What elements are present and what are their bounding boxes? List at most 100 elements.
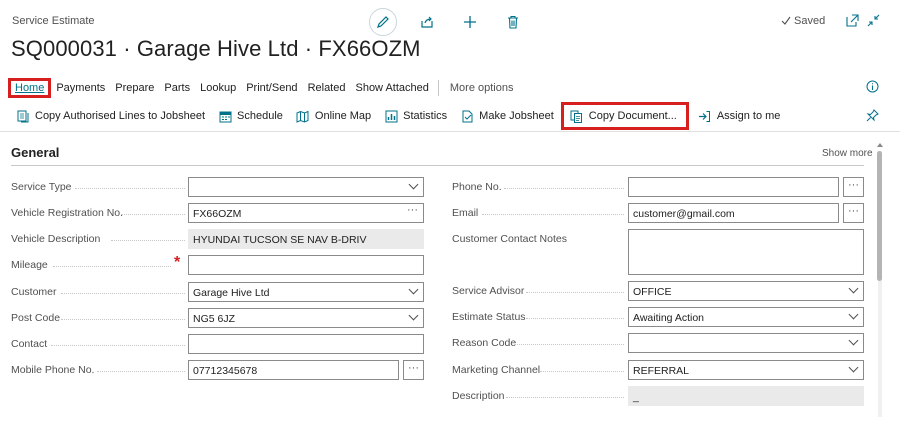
statistics-button[interactable]: Statistics — [379, 106, 455, 126]
scroll-thumb[interactable] — [877, 151, 882, 281]
post-code-dropdown[interactable]: NG5 6JZ — [188, 308, 424, 328]
section-title-general[interactable]: General — [11, 145, 59, 160]
label-leader — [97, 371, 185, 372]
mobile-phone-input[interactable]: 07712345678 — [188, 360, 399, 380]
statistics-icon — [384, 109, 398, 123]
menu-home[interactable]: Home — [7, 78, 52, 98]
chevron-down-icon — [408, 284, 419, 295]
ellipsis-icon: ··· — [408, 362, 419, 374]
assign-icon — [698, 109, 712, 123]
menu-parts[interactable]: Parts — [159, 82, 195, 94]
field-estimate-status: Estimate Status Awaiting Action — [452, 307, 864, 327]
chevron-down-icon — [848, 362, 859, 373]
label-leader — [111, 240, 185, 241]
field-service-type: Service Type — [11, 177, 424, 197]
ellipsis-icon[interactable]: ··· — [407, 204, 418, 216]
email-lookup-button[interactable]: ··· — [843, 203, 864, 223]
page-title: SQ000031 · Garage Hive Ltd · FX66OZM — [11, 36, 421, 61]
checkmark-icon — [781, 16, 791, 25]
saved-label: Saved — [794, 15, 826, 27]
chevron-down-icon — [848, 283, 859, 294]
make-jobsheet-button[interactable]: Make Jobsheet — [455, 106, 562, 126]
label-leader — [506, 397, 624, 398]
customer-dropdown[interactable]: Garage Hive Ltd — [188, 282, 424, 302]
share-button[interactable] — [417, 12, 437, 32]
scroll-up-arrow-icon[interactable] — [877, 143, 883, 147]
action-label: Assign to me — [716, 110, 781, 122]
online-map-button[interactable]: Online Map — [291, 106, 379, 126]
field-contact: Contact — [11, 334, 424, 354]
pencil-icon — [377, 16, 389, 28]
menu-prepare[interactable]: Prepare — [110, 82, 159, 94]
collapse-button[interactable] — [866, 13, 880, 27]
field-label: Customer — [11, 286, 60, 298]
menu-print-send[interactable]: Print/Send — [241, 82, 302, 94]
contact-input[interactable] — [188, 334, 424, 354]
open-new-window-icon — [845, 13, 859, 27]
field-service-advisor: Service Advisor OFFICE — [452, 281, 864, 301]
field-label: Mileage — [11, 259, 51, 271]
edit-button[interactable] — [369, 8, 397, 36]
field-label: Vehicle Description — [11, 233, 104, 245]
service-type-dropdown[interactable] — [188, 177, 424, 197]
pin-action-bar-button[interactable] — [866, 109, 880, 123]
mobile-phone-lookup-button[interactable]: ··· — [403, 360, 424, 380]
menu-show-attached[interactable]: Show Attached — [350, 82, 433, 94]
action-menu: Home Payments Prepare Parts Lookup Print… — [7, 78, 519, 98]
field-label: Reason Code — [452, 337, 520, 349]
new-button[interactable] — [460, 12, 480, 32]
schedule-button[interactable]: Schedule — [213, 106, 291, 126]
collapse-icon — [867, 14, 879, 26]
menu-lookup[interactable]: Lookup — [195, 82, 241, 94]
field-description: Description _ — [452, 386, 864, 406]
field-vehicle-registration: Vehicle Registration No. FX66OZM ··· — [11, 203, 424, 223]
vertical-scrollbar[interactable] — [876, 143, 883, 421]
vehicle-registration-input[interactable]: FX66OZM ··· — [188, 203, 424, 223]
field-label: Email — [452, 207, 482, 219]
label-leader — [526, 318, 624, 319]
menu-more-options[interactable]: More options — [445, 82, 519, 94]
trash-icon — [508, 15, 518, 29]
menu-payments[interactable]: Payments — [51, 82, 110, 94]
open-new-window-button[interactable] — [845, 13, 859, 27]
field-label: Phone No. — [452, 181, 505, 193]
field-email: Email customer@gmail.com ··· — [452, 203, 864, 223]
label-leader — [51, 345, 185, 346]
mileage-input[interactable] — [188, 255, 424, 275]
email-input[interactable]: customer@gmail.com — [628, 203, 839, 223]
field-phone-no: Phone No. ··· — [452, 177, 864, 197]
phone-no-input[interactable] — [628, 177, 839, 197]
field-label: Service Type — [11, 181, 75, 193]
copy-lines-icon — [16, 109, 30, 123]
copy-authorised-lines-button[interactable]: Copy Authorised Lines to Jobsheet — [11, 106, 213, 126]
field-reason-code: Reason Code — [452, 333, 864, 353]
label-leader — [514, 344, 624, 345]
ellipsis-icon: ··· — [848, 179, 859, 191]
pin-icon — [866, 109, 879, 122]
make-jobsheet-icon — [460, 109, 474, 123]
estimate-status-dropdown[interactable]: Awaiting Action — [628, 307, 864, 327]
page-type-caption: Service Estimate — [12, 15, 95, 27]
service-advisor-dropdown[interactable]: OFFICE — [628, 281, 864, 301]
section-divider — [11, 165, 864, 166]
info-button[interactable] — [866, 80, 880, 94]
saved-status: Saved — [781, 15, 825, 27]
show-more-link[interactable]: Show more — [822, 148, 873, 159]
chevron-down-icon — [408, 179, 419, 190]
label-leader — [61, 293, 185, 294]
marketing-channel-dropdown[interactable]: REFERRAL — [628, 360, 864, 380]
menu-related[interactable]: Related — [303, 82, 351, 94]
copy-document-button[interactable]: Copy Document... — [560, 102, 689, 130]
field-label: Marketing Channel — [452, 364, 544, 376]
vehicle-description-field: HYUNDAI TUCSON SE NAV B-DRIV — [188, 229, 424, 249]
label-leader — [61, 319, 185, 320]
field-customer-contact-notes: Customer Contact Notes — [452, 229, 864, 275]
delete-button[interactable] — [503, 12, 523, 32]
reason-code-dropdown[interactable] — [628, 333, 864, 353]
ellipsis-icon: ··· — [848, 205, 859, 217]
field-label: Description — [452, 390, 508, 402]
assign-to-me-button[interactable]: Assign to me — [693, 106, 789, 126]
description-field[interactable]: _ — [628, 386, 864, 406]
phone-no-lookup-button[interactable]: ··· — [843, 177, 864, 197]
customer-contact-notes-textarea[interactable] — [628, 229, 864, 275]
